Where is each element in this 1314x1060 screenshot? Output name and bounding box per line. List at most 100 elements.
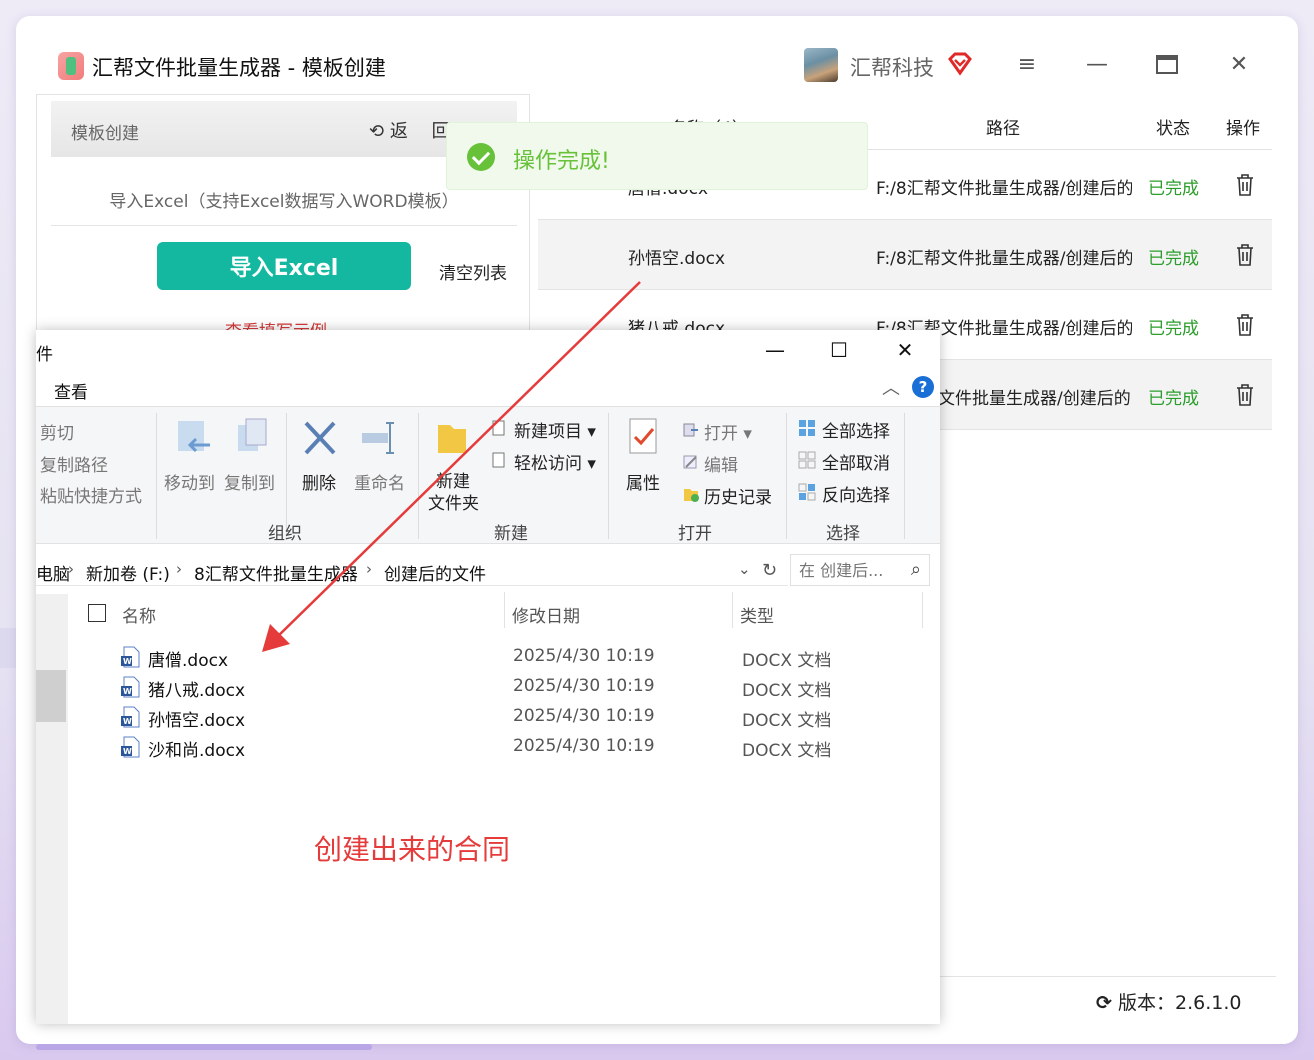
refresh-icon[interactable]: ↻	[762, 560, 777, 581]
ribbon-separator	[904, 413, 905, 539]
file-date: 2025/4/30 10:19	[513, 676, 655, 696]
word-doc-icon: W	[121, 646, 140, 668]
address-bar[interactable]: 电脑 › 新加卷 (F:) › 8汇帮文件批量生成器 › 创建后的文件 ⌄ ↻	[36, 554, 788, 586]
nav-pane-scrollbar[interactable]	[36, 594, 68, 1024]
user-avatar[interactable]	[804, 48, 838, 82]
word-doc-icon: W	[121, 736, 140, 758]
ribbon-separator	[608, 413, 609, 539]
trash-icon[interactable]	[1236, 384, 1254, 406]
select-all-checkbox[interactable]	[88, 604, 106, 622]
column-status[interactable]: 状态	[1156, 114, 1190, 139]
breadcrumb-drive[interactable]: 新加卷 (F:)	[86, 560, 170, 585]
ribbon-separator	[786, 413, 787, 539]
file-row[interactable]: W 沙和尚.docx 2025/4/30 10:19 DOCX 文档	[120, 732, 831, 762]
file-row[interactable]: W 猪八戒.docx 2025/4/30 10:19 DOCX 文档	[120, 672, 831, 702]
ribbon: 剪切 复制路径 粘贴快捷方式 移动到 复制到 删除 重命名 组织 新建 文件夹 …	[36, 406, 940, 544]
trash-icon[interactable]	[1236, 244, 1254, 266]
divider	[51, 225, 517, 226]
column-file-type[interactable]: 类型	[740, 602, 774, 627]
title-bar: 汇帮文件批量生成器 - 模板创建 汇帮科技 ≡ — ✕	[16, 16, 1298, 96]
explorer-maximize-icon[interactable]: ☐	[822, 338, 856, 366]
easy-access-button[interactable]: 轻松访问 ▾	[514, 449, 596, 474]
move-to-button[interactable]: 移动到	[164, 469, 215, 494]
history-icon	[684, 489, 699, 502]
breadcrumb-folder[interactable]: 8汇帮文件批量生成器	[194, 560, 358, 585]
word-doc-icon: W	[121, 706, 140, 728]
delete-button[interactable]: 删除	[302, 469, 336, 494]
select-all-button[interactable]: 全部选择	[822, 417, 890, 442]
select-none-button[interactable]: 全部取消	[822, 449, 890, 474]
trash-icon[interactable]	[1236, 314, 1254, 336]
search-input[interactable]	[799, 556, 909, 584]
file-type: DOCX 文档	[742, 711, 832, 731]
sync-icon[interactable]: ⟳	[1096, 992, 1118, 1014]
trash-icon[interactable]	[1236, 174, 1254, 196]
edit-icon	[683, 455, 697, 469]
explorer-close-icon[interactable]: ✕	[888, 338, 922, 366]
svg-text:W: W	[123, 717, 132, 726]
explorer-minimize-icon[interactable]: —	[758, 338, 792, 366]
maximize-icon[interactable]	[1152, 50, 1182, 80]
paste-shortcut-button[interactable]: 粘贴快捷方式	[40, 482, 142, 507]
column-separator	[504, 592, 505, 628]
column-path[interactable]: 路径	[986, 114, 1020, 139]
ribbon-separator	[156, 413, 157, 539]
minimize-icon[interactable]: —	[1082, 50, 1112, 80]
search-box: ⌕	[790, 554, 930, 586]
back-label: 返	[389, 121, 408, 142]
vip-diamond-icon[interactable]	[946, 50, 974, 78]
cut-button[interactable]: 剪切	[40, 419, 74, 444]
close-icon[interactable]: ✕	[1224, 50, 1254, 80]
row-status: 已完成	[1148, 179, 1199, 199]
file-row[interactable]: W 唐僧.docx 2025/4/30 10:19 DOCX 文档	[120, 642, 831, 672]
chevron-right-icon: ›	[176, 560, 182, 578]
file-name: 唐僧.docx	[148, 651, 229, 671]
word-doc-icon: W	[121, 676, 140, 698]
invert-selection-button[interactable]: 反向选择	[822, 481, 890, 506]
column-action[interactable]: 操作	[1226, 114, 1260, 139]
back-button[interactable]: ⟲ 返 回	[369, 117, 450, 143]
svg-text:W: W	[123, 657, 132, 666]
undo-arrow-icon: ⟲	[369, 121, 385, 142]
edit-button[interactable]: 编辑	[704, 451, 738, 476]
new-folder-button-line2[interactable]: 文件夹	[428, 489, 479, 514]
chevron-right-icon: ›	[68, 560, 74, 578]
history-button[interactable]: 历史记录	[704, 483, 772, 508]
ribbon-separator	[418, 413, 419, 539]
column-modified-date[interactable]: 修改日期	[512, 602, 580, 627]
row-status: 已完成	[1148, 319, 1199, 339]
new-item-button[interactable]: 新建项目 ▾	[514, 417, 596, 442]
menu-icon[interactable]: ≡	[1012, 50, 1042, 80]
file-row[interactable]: W 孙悟空.docx 2025/4/30 10:19 DOCX 文档	[120, 702, 831, 732]
svg-text:W: W	[123, 747, 132, 756]
search-icon[interactable]: ⌕	[911, 559, 921, 580]
copy-to-button[interactable]: 复制到	[224, 469, 275, 494]
toast-message: 操作完成!	[513, 149, 610, 174]
properties-button[interactable]: 属性	[626, 469, 660, 494]
import-excel-button[interactable]: 导入Excel	[157, 242, 411, 290]
scroll-thumb[interactable]	[36, 670, 66, 722]
row-status: 已完成	[1148, 249, 1199, 269]
clear-list-button[interactable]: 清空列表	[439, 259, 507, 284]
chevron-down-icon[interactable]: ⌄	[738, 560, 751, 578]
file-date: 2025/4/30 10:19	[513, 736, 655, 756]
explorer-title: 件	[36, 345, 53, 365]
easy-access-label: 轻松访问	[514, 454, 582, 474]
column-file-name[interactable]: 名称	[122, 602, 156, 627]
invert-selection-icon	[798, 483, 816, 501]
chevron-right-icon: ›	[366, 560, 372, 578]
table-row[interactable]: 孙悟空.docx F:/8汇帮文件批量生成器/创建后的 已完成	[538, 220, 1272, 290]
breadcrumb-computer[interactable]: 电脑	[36, 560, 70, 585]
rename-button[interactable]: 重命名	[354, 469, 405, 494]
ribbon-tab-view[interactable]: 查看	[54, 378, 88, 403]
breadcrumb-current[interactable]: 创建后的文件	[384, 560, 486, 585]
scroll-indicator	[36, 1044, 372, 1050]
open-button[interactable]: 打开 ▾	[704, 419, 752, 444]
row-path: 文件批量生成器/创建后的	[938, 389, 1131, 409]
group-select: 选择	[826, 524, 860, 544]
version-info: ⟳ 版本：2.6.1.0	[1096, 988, 1241, 1015]
help-icon[interactable]: ?	[912, 376, 934, 398]
file-explorer-window: 件 — ☐ ✕ 查看 ︿ ? 剪切 复制路径 粘贴快捷方式 移动到 复制到 删除…	[36, 330, 940, 1024]
chevron-up-icon[interactable]: ︿	[882, 374, 900, 400]
copy-path-button[interactable]: 复制路径	[40, 451, 108, 476]
